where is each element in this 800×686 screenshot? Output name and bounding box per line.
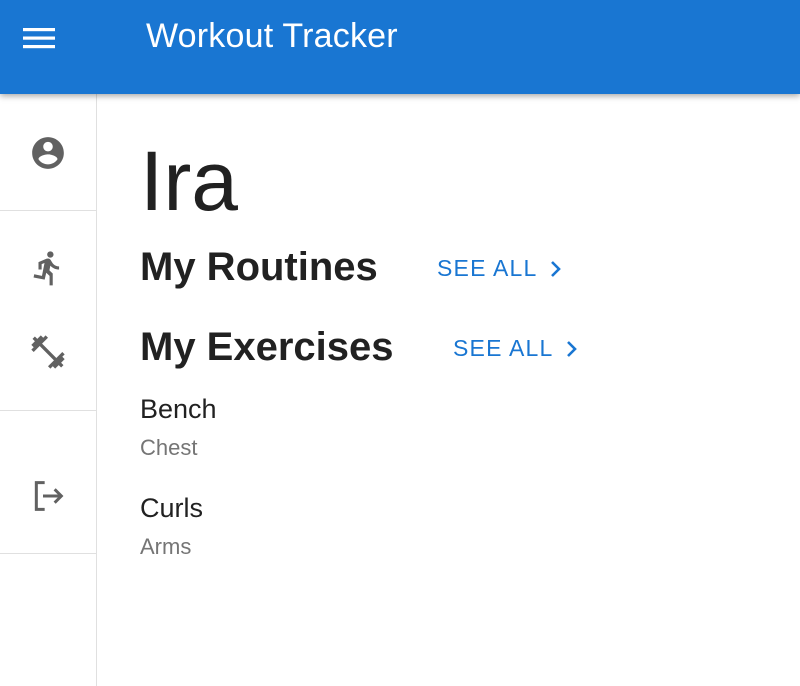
- sidebar: [0, 94, 97, 686]
- sidebar-item-exercises[interactable]: [0, 322, 96, 382]
- running-icon: [33, 251, 60, 286]
- exercise-name: Curls: [140, 493, 204, 523]
- chevron-right-icon: [567, 340, 578, 357]
- exercise-muscle-group: Arms: [140, 534, 192, 559]
- exercise-muscle-group: Chest: [140, 435, 198, 460]
- logout-icon: [34, 481, 64, 511]
- menu-icon: [23, 28, 55, 49]
- sidebar-divider: [0, 553, 96, 554]
- user-name: Ira: [140, 134, 239, 228]
- main-content: Ira My Routines SEE ALL My Exercises SEE…: [97, 94, 800, 686]
- my-routines-heading: My Routines: [140, 245, 378, 289]
- chevron-right-icon: [551, 260, 562, 277]
- routines-see-all-button[interactable]: SEE ALL: [437, 255, 563, 282]
- sidebar-divider: [0, 210, 96, 211]
- menu-button[interactable]: [16, 20, 62, 56]
- account-circle-icon: [32, 137, 64, 169]
- exercise-name: Bench: [140, 394, 217, 424]
- see-all-label: SEE ALL: [453, 335, 554, 361]
- app-title: Workout Tracker: [146, 17, 398, 55]
- exercise-list-item[interactable]: Curls Arms: [140, 495, 203, 558]
- exercise-list-item[interactable]: Bench Chest: [140, 396, 217, 459]
- sidebar-divider: [0, 410, 96, 411]
- exercises-see-all-button[interactable]: SEE ALL: [453, 335, 579, 362]
- sidebar-item-logout[interactable]: [0, 466, 96, 526]
- see-all-label: SEE ALL: [437, 255, 538, 281]
- sidebar-item-profile[interactable]: [0, 123, 96, 183]
- my-exercises-heading: My Exercises: [140, 325, 394, 369]
- app-bar: Workout Tracker: [0, 0, 800, 94]
- fitness-dumbbell-icon: [31, 335, 65, 369]
- sidebar-item-routines[interactable]: [0, 238, 96, 298]
